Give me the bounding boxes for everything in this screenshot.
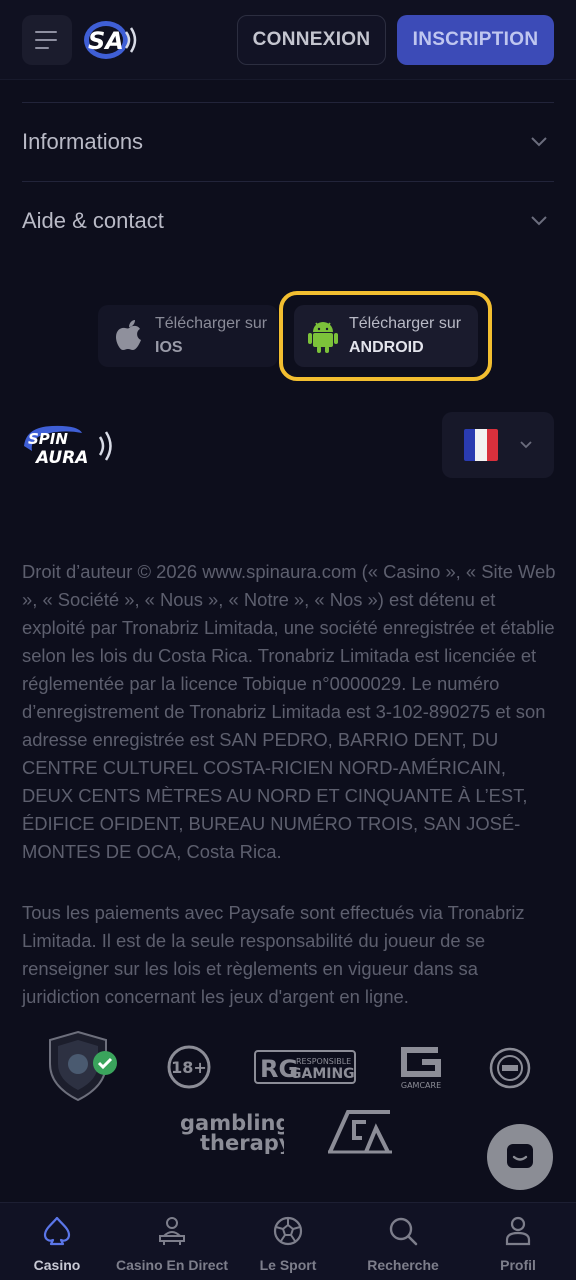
login-button[interactable]: CONNEXION	[237, 15, 386, 65]
accordion-label: Aide & contact	[22, 208, 164, 233]
nav-label: Le Sport	[259, 1257, 317, 1273]
age-18-plus-icon: 18+	[167, 1045, 211, 1089]
ios-download-button[interactable]: Télécharger sur IOS	[98, 305, 278, 367]
nav-live-casino[interactable]: Casino En Direct	[114, 1203, 230, 1280]
search-icon	[387, 1215, 419, 1247]
store-caption: Télécharger sur	[349, 315, 462, 332]
verification-seal-icon[interactable]	[488, 1046, 532, 1090]
signup-button[interactable]: INSCRIPTION	[397, 15, 554, 65]
live-dealer-icon	[156, 1215, 188, 1247]
nav-profile[interactable]: Profil	[460, 1203, 576, 1280]
responsible-gaming-icon[interactable]: RG RESPONSIBLE GAMING	[254, 1050, 356, 1084]
payments-disclaimer: Tous les paiements avec Paysafe sont eff…	[22, 902, 525, 1007]
nav-label: Recherche	[367, 1257, 439, 1273]
svg-text:therapy: therapy	[200, 1131, 284, 1154]
bottom-navigation: Casino Casino En Direct Le Sport Recherc…	[0, 1202, 576, 1280]
language-selector[interactable]	[442, 412, 554, 478]
svg-text:GAMCARE: GAMCARE	[401, 1081, 441, 1090]
nav-label: Profil	[500, 1257, 536, 1273]
nav-label: Casino	[33, 1257, 81, 1273]
nav-casino[interactable]: Casino	[0, 1203, 114, 1280]
gambling-therapy-logo[interactable]: gambling therapy	[180, 1110, 293, 1155]
menu-button[interactable]	[22, 15, 72, 65]
soccer-ball-icon	[272, 1215, 304, 1247]
nav-search[interactable]: Recherche	[346, 1203, 460, 1280]
live-chat-button[interactable]	[487, 1124, 553, 1190]
android-download-button[interactable]: Télécharger sur ANDROID	[294, 305, 478, 367]
accordion-label: Informations	[22, 129, 144, 154]
chat-bubble-icon	[507, 1144, 533, 1168]
svg-text:GAMING: GAMING	[290, 1066, 355, 1082]
spinaura-wordmark-logo: SPIN AURA	[24, 425, 112, 468]
user-icon	[502, 1215, 534, 1247]
copyright-text: Droit d’auteur © 2026 www.spinaura.com (…	[22, 561, 556, 862]
android-icon	[308, 322, 338, 353]
store-name: IOS	[155, 339, 183, 356]
spade-icon	[41, 1215, 73, 1247]
nav-sport[interactable]: Le Sport	[230, 1203, 346, 1280]
france-flag-icon	[464, 429, 498, 461]
nav-label: Casino En Direct	[115, 1257, 229, 1273]
svg-text:RESPONSIBLE: RESPONSIBLE	[296, 1057, 351, 1066]
svg-text:AURA: AURA	[34, 448, 88, 468]
store-name: ANDROID	[349, 339, 424, 356]
hamburger-icon	[35, 31, 57, 49]
chevron-down-icon	[530, 212, 548, 230]
gambling-anonymous-logo-icon[interactable]	[326, 1108, 394, 1156]
chevron-down-icon	[520, 436, 532, 454]
store-caption: Télécharger sur	[155, 315, 268, 332]
apple-icon	[116, 320, 141, 350]
spinaura-logo-icon[interactable]: SA	[82, 18, 138, 62]
accordion-aide-contact[interactable]: Aide & contact	[22, 182, 554, 260]
svg-text:SPIN: SPIN	[28, 430, 68, 448]
top-header: SA CONNEXION INSCRIPTION	[0, 0, 576, 80]
gamcare-icon[interactable]: GAMCARE	[398, 1044, 444, 1090]
negociux-seal-icon[interactable]	[44, 1030, 120, 1102]
chevron-down-icon	[530, 133, 548, 151]
accordion-informations[interactable]: Informations	[22, 103, 554, 181]
svg-text:SA: SA	[88, 27, 124, 55]
svg-text:18+: 18+	[171, 1058, 207, 1077]
